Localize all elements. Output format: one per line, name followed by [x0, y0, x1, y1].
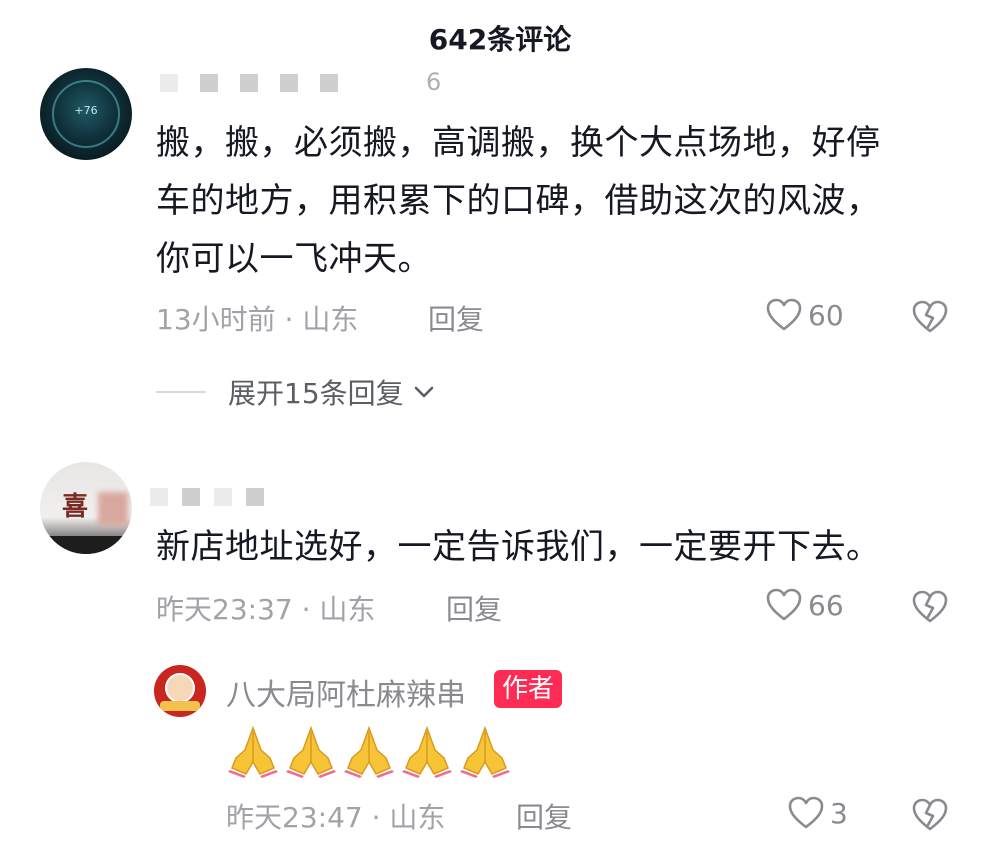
comment-line: 你可以一飞冲天。 [156, 239, 432, 279]
reply-button[interactable]: 回复 [428, 298, 484, 338]
username-blurred[interactable] [150, 488, 264, 506]
reply-meta: 昨天23:47 · 山东 [226, 796, 445, 836]
comment-line: 车的地方，用积累下的口碑，借助这次的风波， [156, 181, 881, 221]
comments-header-title: 642条评论 [428, 23, 572, 56]
author-avatar[interactable] [154, 665, 206, 717]
reply-username[interactable]: 八大局阿杜麻辣串 [226, 670, 466, 714]
like-count: 66 [808, 588, 844, 622]
folded-hands-icon [286, 725, 336, 778]
avatar-face [165, 673, 195, 703]
comment-text: 搬，搬，必须搬，高调搬，换个大点场地，好停 车的地方，用积累下的口碑，借助这次的… [156, 114, 881, 288]
broken-heart-icon[interactable] [912, 590, 948, 624]
comment-meta: 昨天23:37 · 山东 [156, 588, 375, 628]
folded-hands-icon [344, 725, 394, 778]
like-button[interactable]: 60 [766, 298, 844, 332]
heart-outline-icon [766, 588, 802, 621]
like-button[interactable]: 66 [766, 588, 844, 622]
avatar[interactable]: +76 [40, 68, 132, 160]
like-button[interactable]: 3 [788, 796, 848, 830]
comment-location: 山东 [319, 593, 376, 626]
reply-time: 昨天23:47 [226, 801, 363, 834]
folded-hands-icon [460, 725, 510, 778]
avatar-badge [160, 701, 200, 711]
comment-time: 13小时前 [156, 303, 276, 336]
expand-replies-label: 展开15条回复 [228, 377, 404, 410]
comment-meta: 13小时前 · 山东 [156, 298, 358, 338]
folded-hands-icon [228, 725, 278, 778]
comment-line: 新店地址选好，一定告诉我们，一定要开下去。 [156, 527, 881, 567]
avatar-text: +76 [74, 104, 98, 117]
avatar-glyph: 喜 [62, 492, 89, 522]
reply-location: 山东 [389, 801, 446, 834]
like-count: 60 [808, 298, 844, 332]
comment-location: 山东 [302, 303, 359, 336]
broken-heart-icon[interactable] [912, 300, 948, 334]
like-count: 3 [830, 796, 848, 830]
heart-outline-icon [788, 796, 824, 829]
author-badge: 作者 [494, 670, 563, 708]
meta-separator: · [284, 303, 303, 336]
username-blurred[interactable] [160, 74, 338, 92]
meta-separator: · [301, 593, 320, 626]
folded-hands-icon [402, 725, 452, 778]
reply-emoji-row [226, 724, 512, 778]
comment-text: 新店地址选好，一定告诉我们，一定要开下去。 [156, 518, 881, 576]
avatar-blur [98, 492, 128, 526]
reply-button[interactable]: 回复 [446, 588, 502, 628]
reply-button[interactable]: 回复 [516, 796, 572, 836]
comment-time: 昨天23:37 [156, 593, 293, 626]
expand-divider [156, 391, 206, 393]
avatar[interactable]: 喜 [40, 462, 132, 554]
heart-outline-icon [766, 298, 802, 331]
broken-heart-icon[interactable] [912, 798, 948, 832]
expand-replies[interactable]: 展开15条回复 [156, 372, 438, 412]
meta-separator: · [371, 801, 390, 834]
chevron-down-icon [414, 386, 433, 398]
username-tail: 6 [426, 68, 442, 96]
avatar-bar [40, 536, 132, 554]
comment-line: 搬，搬，必须搬，高调搬，换个大点场地，好停 [156, 123, 881, 163]
